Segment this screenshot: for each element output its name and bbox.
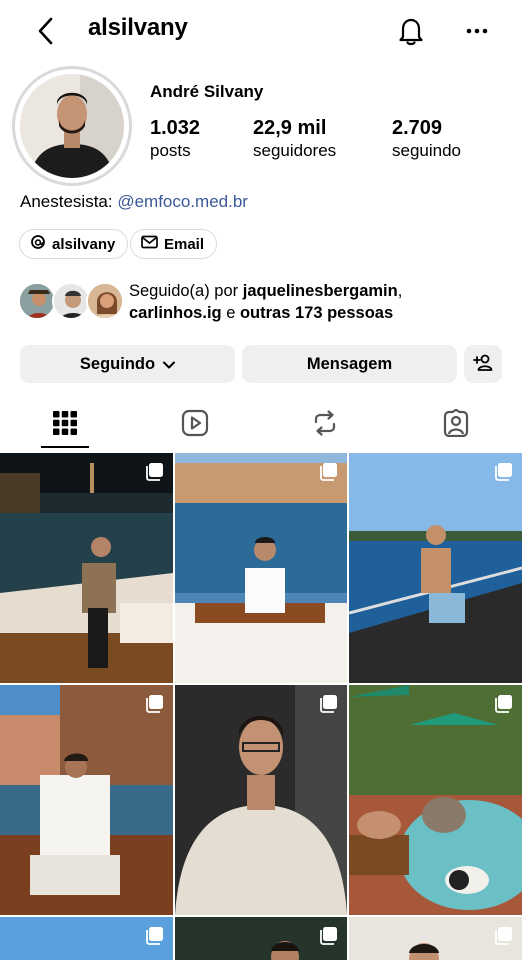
repost-icon xyxy=(312,409,338,442)
email-chip[interactable]: Email xyxy=(130,229,218,259)
grid-icon xyxy=(53,410,77,440)
email-chip-label: Email xyxy=(164,235,205,253)
stat-following-value: 2.709 xyxy=(392,117,443,139)
post-thumbnail[interactable] xyxy=(0,453,173,683)
profile-full-name: André Silvany xyxy=(150,82,264,101)
following-button[interactable]: Seguindo xyxy=(20,345,235,383)
stat-following-label: seguindo xyxy=(392,141,462,160)
chevron-down-icon xyxy=(163,355,176,374)
tab-posts-grid[interactable] xyxy=(0,398,130,452)
profile-avatar-ring[interactable] xyxy=(12,66,132,186)
follower-avatar xyxy=(52,282,90,320)
threads-chip[interactable]: alsilvany xyxy=(19,229,129,259)
post-thumbnail[interactable] xyxy=(175,453,347,683)
message-button[interactable]: Mensagem xyxy=(242,345,457,383)
followed-by-user-1[interactable]: jaquelinesbergamin xyxy=(243,282,398,300)
multiple-photos-icon xyxy=(493,462,513,482)
profile-avatar xyxy=(20,74,124,178)
stat-followers-value: 22,9 mil xyxy=(253,117,327,139)
followed-by-prefix: Seguido(a) por xyxy=(129,282,243,300)
multiple-photos-icon xyxy=(318,694,338,714)
post-thumbnail[interactable] xyxy=(175,917,347,960)
mail-icon xyxy=(141,235,158,253)
more-options-icon[interactable] xyxy=(460,15,494,47)
profile-bio: Anestesista: @emfoco.med.br xyxy=(20,192,248,212)
follower-avatar xyxy=(18,282,56,320)
threads-chip-label: alsilvany xyxy=(52,235,116,253)
post-thumbnail[interactable] xyxy=(0,917,173,960)
suggest-people-button[interactable] xyxy=(464,345,502,383)
post-thumbnail[interactable] xyxy=(0,685,173,915)
back-arrow-icon[interactable] xyxy=(30,14,60,48)
followed-by-user-2[interactable]: carlinhos.ig xyxy=(129,304,222,322)
post-thumbnail[interactable] xyxy=(349,685,522,915)
profile-username-title: alsilvany xyxy=(88,14,188,41)
post-thumbnail[interactable] xyxy=(175,685,347,915)
top-bar: alsilvany xyxy=(0,0,522,62)
message-button-label: Mensagem xyxy=(306,354,393,373)
tab-tagged[interactable] xyxy=(391,398,521,452)
multiple-photos-icon xyxy=(493,694,513,714)
reels-icon xyxy=(181,409,209,442)
followed-by-text: Seguido(a) por jaquelinesbergamin, carli… xyxy=(129,280,519,324)
multiple-photos-icon xyxy=(144,926,164,946)
stat-following[interactable]: 2.709 seguindo xyxy=(392,116,461,162)
stat-followers-label: seguidores xyxy=(253,141,337,160)
multiple-photos-icon xyxy=(318,926,338,946)
follower-avatar xyxy=(86,282,124,320)
post-thumbnail[interactable] xyxy=(349,917,522,960)
stat-posts-value: 1.032 xyxy=(150,117,201,139)
multiple-photos-icon xyxy=(493,926,513,946)
multiple-photos-icon xyxy=(318,462,338,482)
stat-followers[interactable]: 22,9 mil seguidores xyxy=(253,116,336,162)
stat-posts-label: posts xyxy=(150,141,191,160)
active-tab-indicator xyxy=(41,446,89,448)
followed-by-row[interactable]: Seguido(a) por jaquelinesbergamin, carli… xyxy=(18,280,518,326)
bio-link[interactable]: @emfoco.med.br xyxy=(117,192,248,211)
tagged-person-icon xyxy=(442,408,470,442)
notification-bell-icon[interactable] xyxy=(394,13,428,49)
multiple-photos-icon xyxy=(144,462,164,482)
followed-by-middle: e xyxy=(221,304,240,322)
followed-by-rest[interactable]: outras 173 pessoas xyxy=(240,304,393,322)
profile-tabs xyxy=(0,398,522,452)
threads-icon xyxy=(30,234,46,254)
tab-reposts[interactable] xyxy=(260,398,390,452)
following-button-label: Seguindo xyxy=(79,354,156,373)
stat-posts[interactable]: 1.032 posts xyxy=(150,116,200,162)
posts-grid xyxy=(0,453,522,960)
tab-reels[interactable] xyxy=(130,398,260,452)
post-thumbnail[interactable] xyxy=(349,453,522,683)
followed-by-separator: , xyxy=(397,282,403,300)
bio-text: Anestesista: xyxy=(20,192,118,211)
add-person-icon xyxy=(473,353,493,376)
multiple-photos-icon xyxy=(144,694,164,714)
